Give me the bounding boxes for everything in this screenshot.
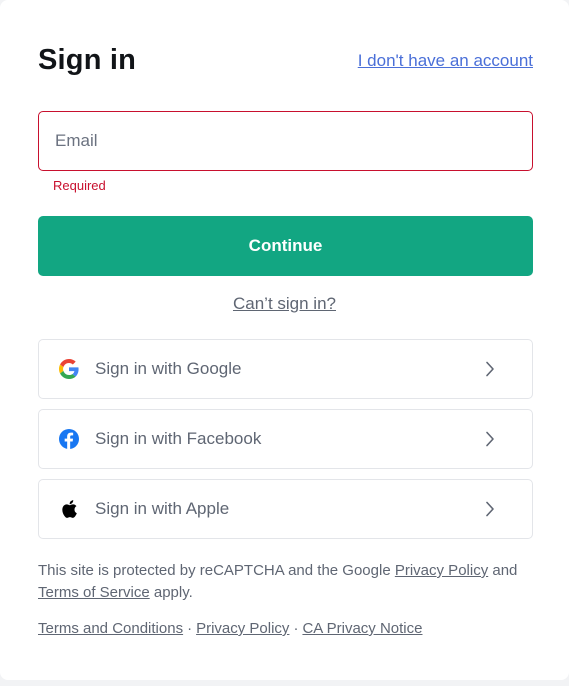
sign-in-facebook-button[interactable]: Sign in with Facebook xyxy=(38,409,533,469)
sign-in-card: Sign in I don't have an account Required… xyxy=(0,0,569,680)
google-icon xyxy=(59,359,79,379)
apple-icon xyxy=(59,499,79,519)
terms-and-conditions-link[interactable]: Terms and Conditions xyxy=(38,620,183,637)
sign-in-google-label: Sign in with Google xyxy=(95,359,242,378)
google-terms-of-service-link[interactable]: Terms of Service xyxy=(38,584,150,601)
privacy-policy-link[interactable]: Privacy Policy xyxy=(196,620,289,637)
sign-in-apple-button[interactable]: Sign in with Apple xyxy=(38,479,533,539)
ca-privacy-notice-link[interactable]: CA Privacy Notice xyxy=(302,620,422,637)
footer-separator: · xyxy=(293,620,299,637)
continue-button[interactable]: Continue xyxy=(38,216,533,276)
google-privacy-policy-link[interactable]: Privacy Policy xyxy=(395,562,488,579)
chevron-right-icon xyxy=(482,501,498,517)
footer-separator: · xyxy=(187,620,193,637)
footer-links: Terms and Conditions · Privacy Policy · CA P… xyxy=(38,620,422,637)
sign-in-facebook-label: Sign in with Facebook xyxy=(95,429,262,448)
recaptcha-notice-and: and xyxy=(492,562,518,579)
sign-in-apple-label: Sign in with Apple xyxy=(95,499,230,518)
sign-in-google-button[interactable]: Sign in with Google xyxy=(38,339,533,399)
email-error-message: Required xyxy=(53,178,106,193)
header: Sign in I don't have an account xyxy=(38,44,533,77)
email-field-container xyxy=(38,111,533,171)
recaptcha-notice-suffix: apply. xyxy=(153,584,193,601)
email-field[interactable] xyxy=(53,130,518,152)
cant-sign-in-row: Can’t sign in? xyxy=(0,294,569,314)
chevron-right-icon xyxy=(482,361,498,377)
facebook-icon xyxy=(59,429,79,449)
chevron-right-icon xyxy=(482,431,498,447)
page-title: Sign in xyxy=(38,44,137,76)
recaptcha-notice: This site is protected by reCAPTCHA and … xyxy=(38,560,533,604)
no-account-link[interactable]: I don't have an account xyxy=(358,51,533,71)
cant-sign-in-link[interactable]: Can’t sign in? xyxy=(233,294,336,313)
recaptcha-notice-prefix: This site is protected by reCAPTCHA and … xyxy=(38,562,391,579)
